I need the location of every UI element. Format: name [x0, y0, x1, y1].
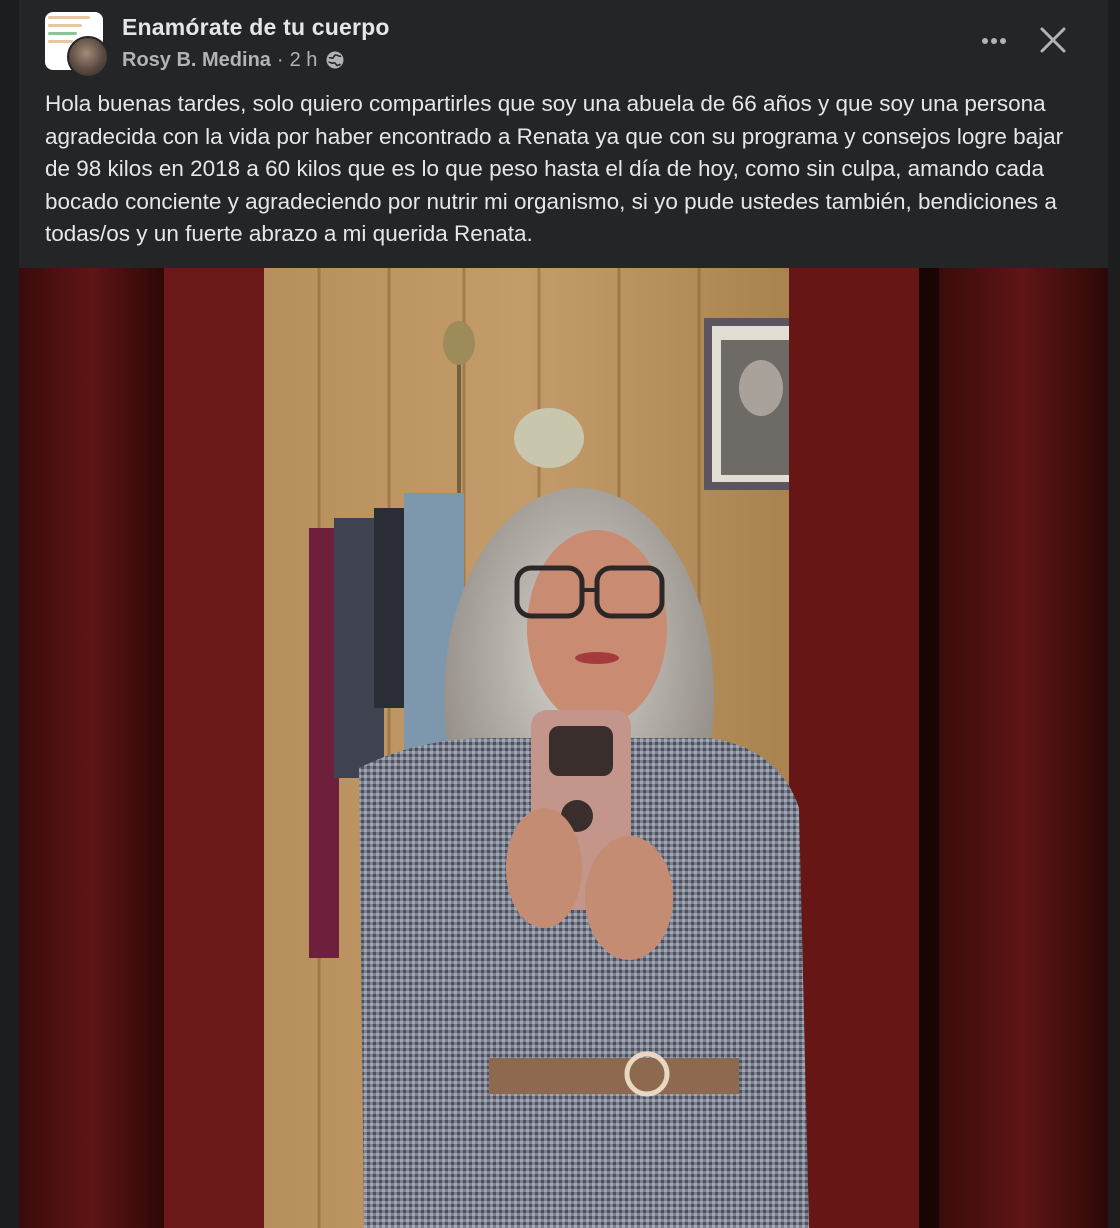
mirror-selfie-image — [19, 268, 1108, 1228]
more-options-button[interactable] — [973, 26, 1017, 56]
close-icon — [1040, 27, 1066, 53]
globe-icon — [325, 50, 345, 70]
more-options-icon — [982, 38, 1006, 44]
post-time[interactable]: 2 h — [290, 49, 318, 72]
author-name[interactable]: Rosy B. Medina — [122, 49, 271, 72]
post-card: Enamórate de tu cuerpo Rosy B. Medina · … — [19, 0, 1108, 1228]
post-text: Hola buenas tardes, solo quiero comparti… — [45, 91, 1064, 246]
post-header: Enamórate de tu cuerpo Rosy B. Medina · … — [19, 0, 1108, 88]
post-photo[interactable] — [19, 268, 1108, 1228]
user-avatar[interactable] — [67, 36, 109, 78]
group-name[interactable]: Enamórate de tu cuerpo — [122, 14, 390, 41]
close-button[interactable] — [1033, 20, 1073, 60]
meta-separator: · — [276, 48, 284, 71]
post-meta: Rosy B. Medina · 2 h — [122, 48, 345, 72]
